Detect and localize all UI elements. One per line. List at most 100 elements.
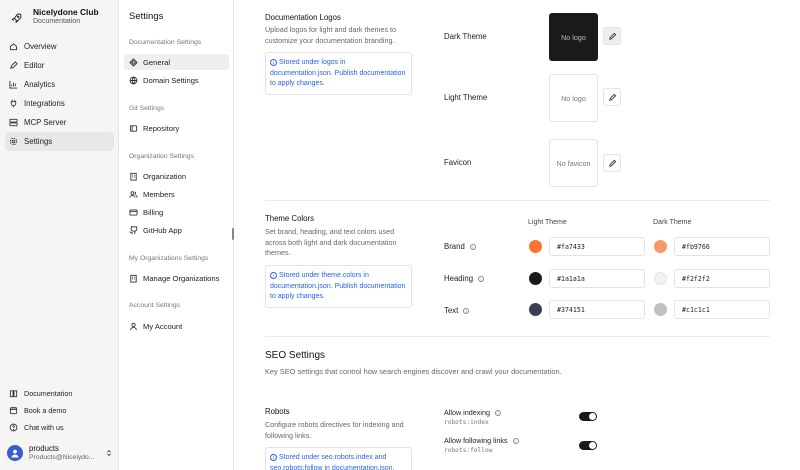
light-logo-placeholder: No logo — [561, 93, 586, 103]
seo-section-title: SEO Settings — [265, 350, 326, 361]
home-icon — [9, 43, 18, 51]
heading-dark-swatch[interactable] — [654, 272, 667, 285]
settings-item-label: GitHub App — [143, 225, 182, 235]
settings-item-members[interactable]: Members — [124, 186, 229, 202]
settings-item-github-app[interactable]: GitHub App — [124, 222, 229, 238]
nav-item-label: Analytics — [24, 80, 56, 89]
settings-item-general[interactable]: General — [124, 54, 229, 70]
user-icon — [130, 322, 137, 330]
heading-color-label-text: Heading — [444, 274, 474, 283]
section-divider — [265, 200, 770, 201]
allow-following-toggle[interactable] — [579, 441, 597, 450]
panel-resize-handle[interactable] — [232, 228, 234, 240]
settings-item-label: Organization — [143, 171, 187, 181]
user-menu[interactable]: products Products@Nicelydo... — [7, 442, 113, 464]
nav-item-analytics[interactable]: Analytics — [5, 75, 114, 94]
nav-item-editor[interactable]: Editor — [5, 56, 114, 75]
chat-link[interactable]: Chat with us — [5, 419, 114, 436]
heading-light-input[interactable]: #1a1a1a — [549, 269, 645, 288]
nav-item-integrations[interactable]: Integrations — [5, 94, 114, 113]
dark-logo-upload[interactable]: No logo — [549, 13, 598, 61]
settings-group-heading: Account Settings — [129, 302, 181, 309]
info-icon: i — [463, 308, 470, 314]
logos-section-title: Documentation Logos — [265, 13, 341, 22]
allow-indexing-toggle[interactable] — [579, 412, 597, 421]
link-label: Book a demo — [24, 406, 67, 415]
settings-nav: Settings Documentation Settings General … — [119, 0, 234, 470]
settings-item-repository[interactable]: Repository — [124, 120, 229, 136]
dark-logo-label: Dark Theme — [444, 32, 487, 41]
colors-info-text: Stored under theme.colors in documentati… — [270, 272, 406, 300]
light-theme-column-header: Light Theme — [528, 219, 567, 226]
text-light-swatch[interactable] — [529, 303, 542, 316]
heading-dark-input[interactable]: #f2f2f2 — [674, 269, 770, 288]
favicon-upload[interactable]: No favicon — [549, 139, 598, 187]
nav-item-label: Overview — [24, 42, 57, 51]
heading-light-swatch[interactable] — [529, 272, 542, 285]
brand-light-swatch[interactable] — [529, 240, 542, 253]
text-light-input[interactable]: #374151 — [549, 300, 645, 319]
settings-group-heading: Documentation Settings — [129, 39, 202, 46]
section-divider — [265, 336, 770, 337]
settings-content: Documentation Logos Upload logos for lig… — [235, 0, 800, 470]
logos-info-text: Stored under logos in documentation.json… — [270, 59, 406, 87]
nav-item-label: Integrations — [24, 99, 65, 108]
text-dark-swatch[interactable] — [654, 303, 667, 316]
heading-color-label: Heading i — [444, 274, 485, 283]
pencil-icon — [608, 32, 616, 40]
colors-section-description: Set brand, heading, and text colors used… — [265, 227, 397, 257]
settings-item-organization[interactable]: Organization — [124, 168, 229, 184]
book-icon — [9, 390, 18, 398]
settings-group-heading: Git Settings — [129, 105, 165, 112]
light-logo-upload[interactable]: No logo — [549, 74, 598, 122]
rocket-icon — [8, 10, 24, 26]
nav-item-overview[interactable]: Overview — [5, 37, 114, 56]
logos-info-box: i Stored under logos in documentation.jso… — [265, 52, 412, 95]
brand-color-label-text: Brand — [444, 242, 465, 251]
users-icon — [129, 190, 138, 198]
settings-item-billing[interactable]: Billing — [124, 204, 229, 220]
org-switcher[interactable]: Nicelydone Club Documentation — [8, 7, 99, 26]
calendar-icon — [9, 406, 18, 415]
nav-item-mcp-server[interactable]: MCP Server — [5, 113, 114, 132]
edit-light-logo-button[interactable] — [603, 88, 621, 106]
building-icon — [130, 274, 137, 283]
documentation-link[interactable]: Documentation — [5, 385, 114, 402]
settings-item-label: General — [143, 57, 171, 67]
org-subtitle: Documentation — [33, 18, 81, 25]
settings-item-domain[interactable]: Domain Settings — [124, 72, 229, 88]
settings-item-manage-organizations[interactable]: Manage Organizations — [124, 270, 229, 286]
settings-item-label: My Account — [143, 321, 183, 331]
settings-group-heading: Organization Settings — [129, 153, 194, 160]
edit-favicon-button[interactable] — [603, 154, 621, 172]
settings-item-label: Members — [143, 189, 175, 199]
allow-following-label: Allow following links i — [444, 436, 519, 445]
plug-icon — [10, 99, 17, 108]
book-demo-link[interactable]: Book a demo — [5, 402, 114, 419]
brand-light-input[interactable]: #fa7433 — [549, 237, 645, 256]
settings-item-label: Domain Settings — [143, 75, 199, 85]
robots-info-text: Stored under seo.robots.index and seo.ro… — [270, 454, 395, 470]
org-name: Nicelydone Club — [33, 7, 99, 17]
chevron-up-down-icon — [107, 450, 111, 456]
brand-dark-swatch[interactable] — [654, 240, 667, 253]
text-dark-input[interactable]: #c1c1c1 — [674, 300, 770, 319]
colors-info-box: i Stored under theme.colors in documentat… — [265, 265, 412, 308]
settings-item-label: Manage Organizations — [143, 273, 220, 283]
server-icon — [9, 118, 18, 127]
pencil-icon — [608, 93, 616, 101]
main-nav: Overview Editor Analytics Integrations M… — [5, 37, 114, 151]
logos-section-description: Upload logos for light and dark themes t… — [265, 25, 397, 45]
nav-item-settings[interactable]: Settings — [5, 132, 114, 151]
colors-section-title: Theme Colors — [265, 214, 314, 223]
allow-indexing-label: Allow indexing i — [444, 408, 501, 417]
nav-item-label: MCP Server — [24, 118, 67, 127]
brand-dark-input[interactable]: #fb9766 — [674, 237, 770, 256]
globe-icon — [129, 76, 138, 84]
info-icon: i — [478, 276, 485, 282]
credit-card-icon — [129, 209, 138, 215]
edit-dark-logo-button[interactable] — [603, 27, 621, 45]
diamond-icon — [129, 57, 138, 67]
settings-item-my-account[interactable]: My Account — [124, 318, 229, 334]
chart-icon — [9, 80, 18, 89]
